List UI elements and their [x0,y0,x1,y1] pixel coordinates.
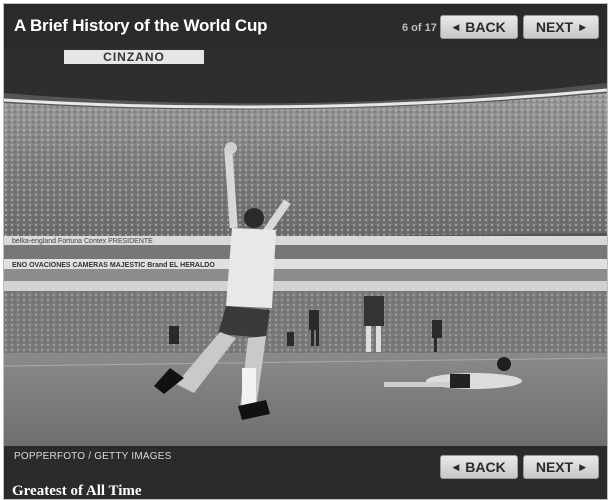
arrow-left-icon: ◀ [452,21,460,32]
banner-text: CINZANO [103,50,165,64]
stadium-photo-illustration: CINZANO belka-england Fortuna Contex PRE… [4,48,607,446]
slide-photo: CINZANO belka-england Fortuna Contex PRE… [4,48,607,446]
slide-caption: Greatest of All Time [12,483,142,499]
back-button-top[interactable]: ◀ BACK [440,15,518,39]
arrow-left-icon: ◀ [452,461,460,472]
header-bar: A Brief History of the World Cup 6 of 17… [4,4,607,48]
next-label: NEXT [535,459,574,475]
slide-counter: 6 of 17 [402,22,437,34]
arrow-right-icon: ▶ [579,461,587,472]
next-label: NEXT [535,19,574,35]
back-button-bottom[interactable]: ◀ BACK [440,455,518,479]
next-button-bottom[interactable]: NEXT ▶ [523,455,599,479]
next-button-top[interactable]: NEXT ▶ [523,15,599,39]
back-label: BACK [465,19,506,35]
arrow-right-icon: ▶ [579,21,587,32]
slideshow-frame: A Brief History of the World Cup 6 of 17… [3,3,608,500]
slideshow-title: A Brief History of the World Cup [14,16,268,35]
photo-credit: POPPERFOTO / GETTY IMAGES [14,451,172,462]
ad-row-2: ENO OVACIONES CAMERAS MAJESTIC Brand EL … [12,262,215,269]
ad-row-1: belka-england Fortuna Contex PRESIDENTE [12,238,153,245]
back-label: BACK [465,459,506,475]
